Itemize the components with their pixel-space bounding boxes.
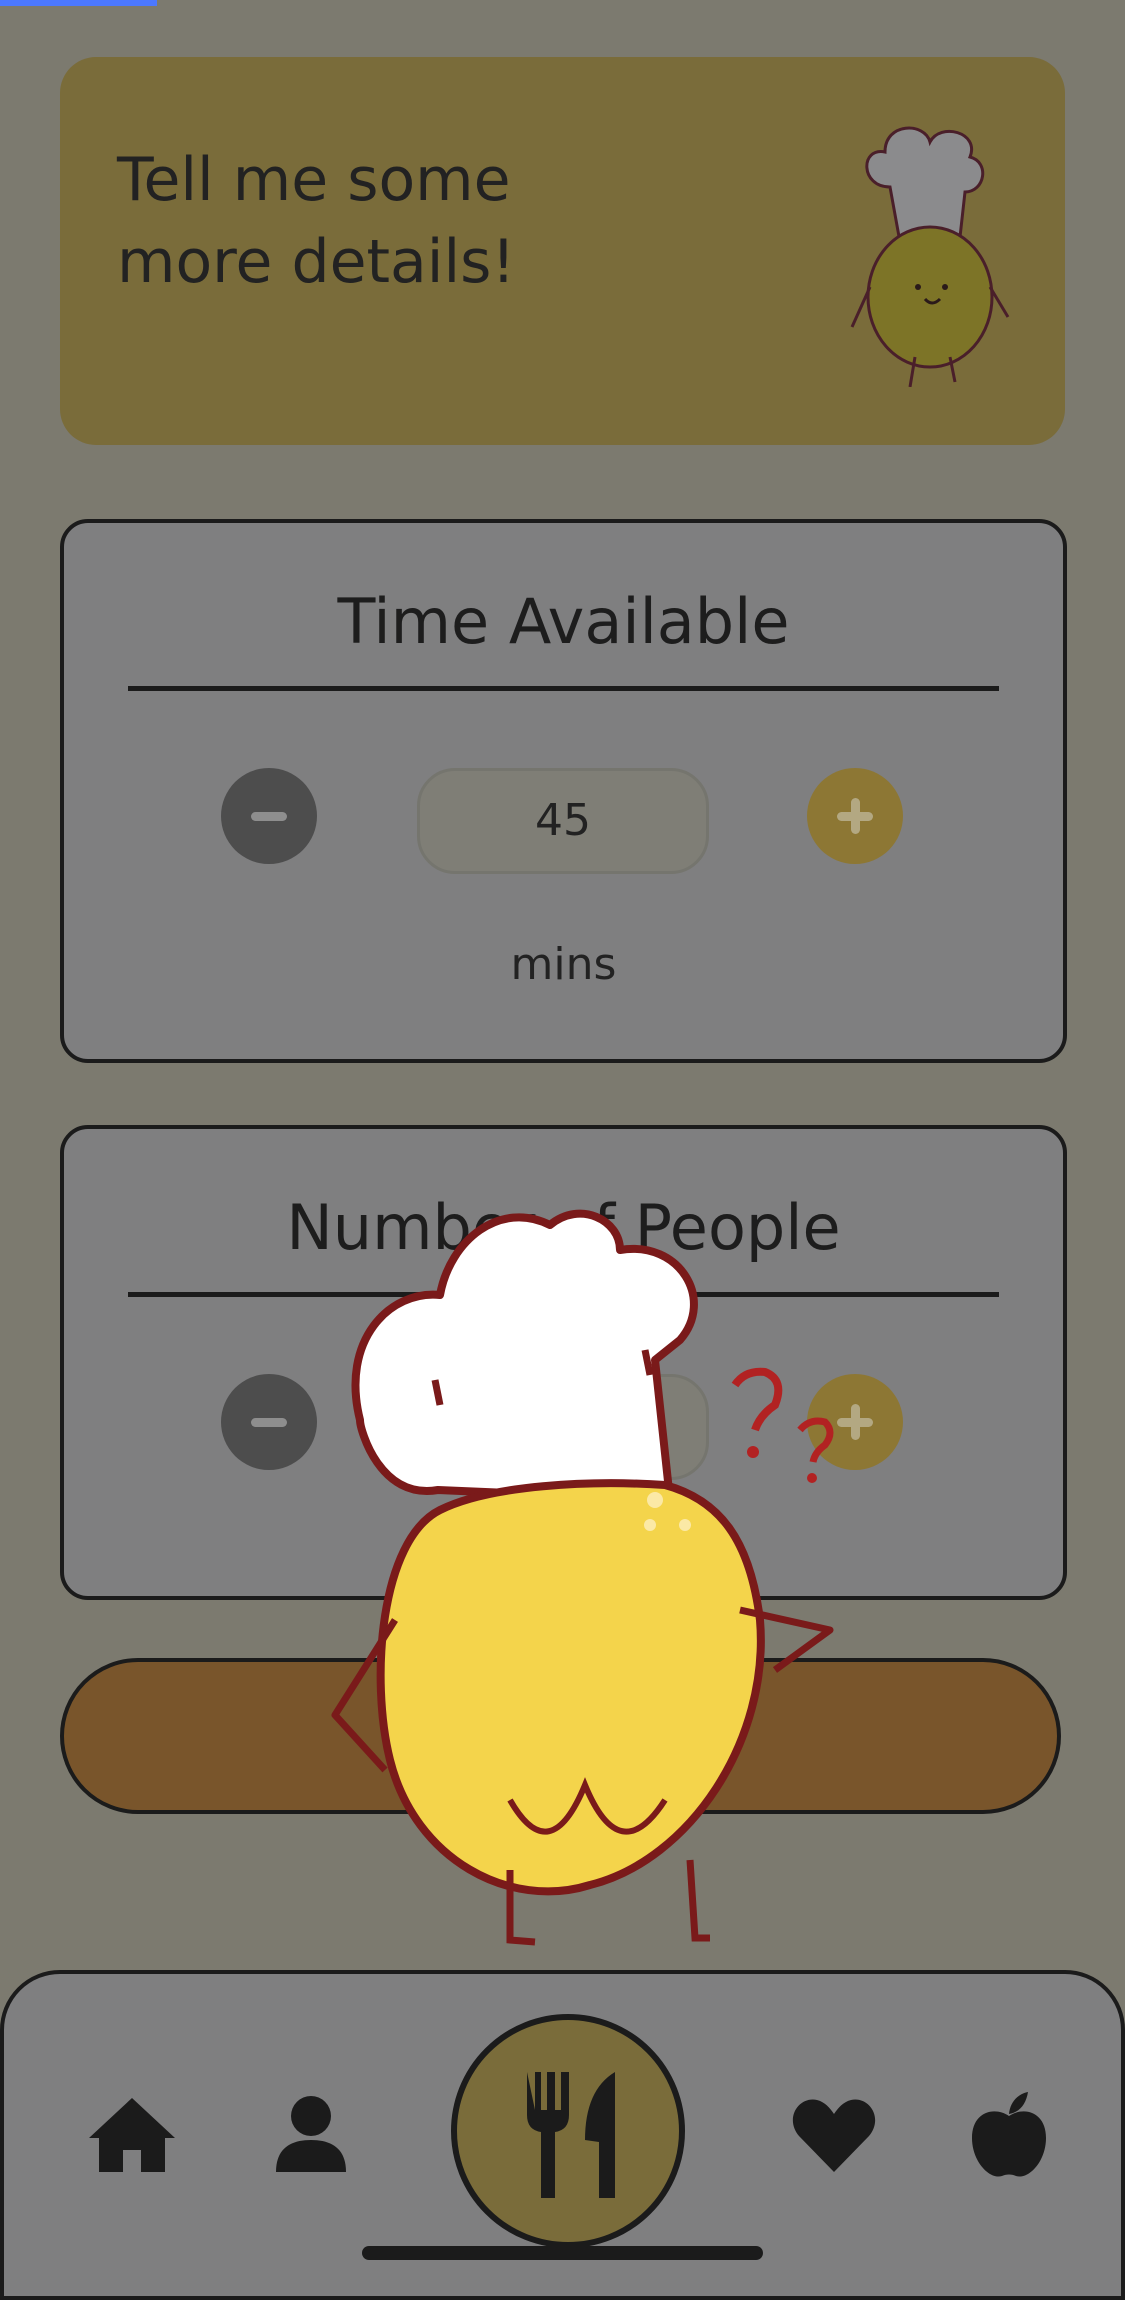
banner-text: Tell me some more details! bbox=[117, 139, 637, 303]
divider bbox=[128, 686, 999, 691]
minus-icon bbox=[251, 1418, 287, 1427]
time-stepper: 45 bbox=[64, 768, 1063, 874]
banner-line-1: Tell me some bbox=[117, 145, 511, 215]
chef-lemon-icon bbox=[850, 126, 1010, 387]
heart-icon bbox=[792, 2099, 876, 2172]
banner-line-2: more details! bbox=[117, 227, 516, 297]
time-value-field[interactable]: 45 bbox=[417, 768, 709, 874]
apple-icon bbox=[972, 2092, 1046, 2177]
tab-favorites[interactable] bbox=[789, 2090, 879, 2180]
time-available-card: Time Available 45 mins bbox=[60, 519, 1067, 1063]
tab-pantry[interactable] bbox=[964, 2090, 1054, 2180]
people-decrement-button[interactable] bbox=[221, 1374, 317, 1470]
progress-bar bbox=[0, 0, 157, 6]
utensils-icon bbox=[527, 2072, 615, 2198]
tab-profile[interactable] bbox=[266, 2090, 356, 2180]
home-indicator bbox=[362, 2246, 763, 2260]
profile-icon bbox=[276, 2096, 346, 2172]
time-increment-button[interactable] bbox=[807, 768, 903, 864]
time-unit-label: mins bbox=[510, 939, 617, 990]
home-icon bbox=[89, 2098, 175, 2172]
time-available-title: Time Available bbox=[337, 585, 790, 658]
tab-home[interactable] bbox=[87, 2090, 177, 2180]
time-decrement-button[interactable] bbox=[221, 768, 317, 864]
tab-recipes[interactable] bbox=[451, 2014, 685, 2248]
prompt-banner: Tell me some more details! bbox=[60, 57, 1065, 445]
confused-chef-lemon-icon bbox=[331, 1209, 834, 1946]
minus-icon bbox=[251, 812, 287, 821]
